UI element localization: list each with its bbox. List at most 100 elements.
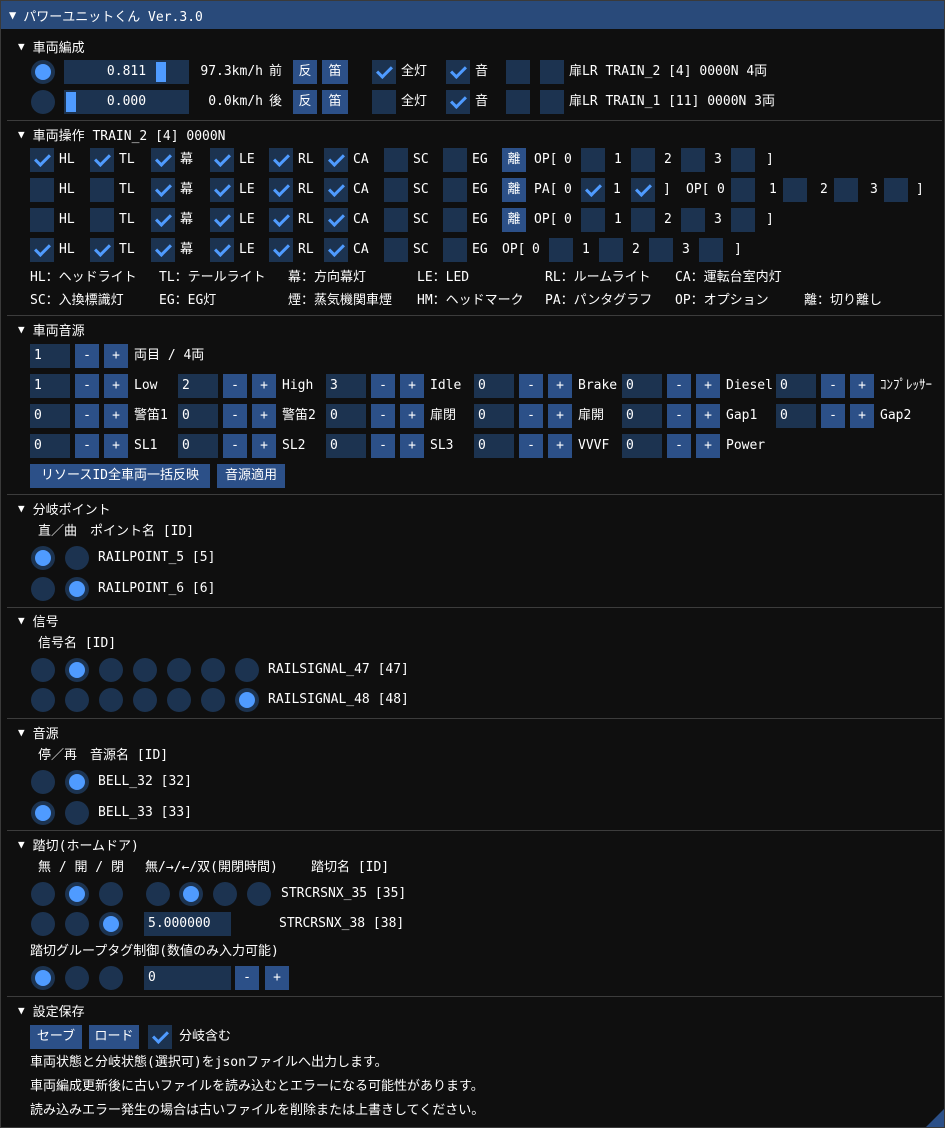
signal-aspect-radio[interactable] — [167, 658, 191, 682]
section-point[interactable]: ▼ 分岐ポイント — [1, 498, 944, 518]
increment-button[interactable]: + — [400, 434, 424, 458]
decrement-button[interactable]: - — [235, 966, 259, 990]
decrement-button[interactable]: - — [371, 374, 395, 398]
formation-select-radio[interactable] — [31, 90, 55, 114]
sound-id-field[interactable]: 0 — [474, 434, 514, 458]
decrement-button[interactable]: - — [223, 434, 247, 458]
signal-aspect-radio[interactable] — [201, 658, 225, 682]
flag-checkbox-sc[interactable] — [384, 208, 408, 232]
crossing-group-radio[interactable] — [31, 966, 55, 990]
decrement-button[interactable]: - — [75, 344, 99, 368]
sound-id-field[interactable]: 0 — [178, 434, 218, 458]
decrement-button[interactable]: - — [821, 374, 845, 398]
section-formation[interactable]: ▼ 車両編成 — [1, 36, 944, 56]
increment-button[interactable]: + — [104, 374, 128, 398]
sound-id-field[interactable]: 0 — [474, 374, 514, 398]
op-checkbox[interactable] — [581, 208, 605, 232]
increment-button[interactable]: + — [548, 374, 572, 398]
op-checkbox[interactable] — [699, 238, 723, 262]
crossing-mode-radio[interactable] — [247, 882, 271, 906]
sound-id-field[interactable]: 1 — [30, 374, 70, 398]
section-save[interactable]: ▼ 設定保存 — [1, 1000, 944, 1020]
flag-checkbox-le[interactable] — [210, 148, 234, 172]
audio-stop-radio[interactable] — [31, 801, 55, 825]
decrement-button[interactable]: - — [519, 404, 543, 428]
door-left-checkbox[interactable] — [506, 60, 530, 84]
flag-checkbox-hl[interactable] — [30, 148, 54, 172]
sound-id-field[interactable]: 0 — [622, 404, 662, 428]
increment-button[interactable]: + — [400, 374, 424, 398]
flag-checkbox-sc[interactable] — [384, 178, 408, 202]
op-checkbox[interactable] — [783, 178, 807, 202]
increment-button[interactable]: + — [696, 404, 720, 428]
title-bar[interactable]: ▼ パワーユニットくん Ver.3.0 — [1, 1, 944, 29]
op-checkbox[interactable] — [731, 148, 755, 172]
crossing-state-radio[interactable] — [31, 882, 55, 906]
collapse-arrow-icon[interactable]: ▼ — [18, 502, 25, 515]
op-checkbox[interactable] — [681, 148, 705, 172]
increment-button[interactable]: + — [400, 404, 424, 428]
throttle-slider[interactable]: 0.000 — [64, 90, 189, 114]
signal-aspect-radio[interactable] — [31, 658, 55, 682]
point-straight-radio[interactable] — [31, 546, 55, 570]
flag-checkbox-幕[interactable] — [151, 238, 175, 262]
flag-checkbox-ca[interactable] — [324, 148, 348, 172]
increment-button[interactable]: + — [252, 404, 276, 428]
car-index-field[interactable]: 1 — [30, 344, 70, 368]
flag-checkbox-tl[interactable] — [90, 238, 114, 262]
flag-checkbox-rl[interactable] — [269, 148, 293, 172]
decrement-button[interactable]: - — [75, 374, 99, 398]
decrement-button[interactable]: - — [519, 434, 543, 458]
sound-checkbox[interactable] — [446, 90, 470, 114]
collapse-arrow-icon[interactable]: ▼ — [9, 8, 16, 22]
whistle-button[interactable]: 笛 — [322, 90, 348, 114]
audio-play-radio[interactable] — [65, 770, 89, 794]
decrement-button[interactable]: - — [821, 404, 845, 428]
signal-aspect-radio[interactable] — [99, 688, 123, 712]
door-right-checkbox[interactable] — [540, 60, 564, 84]
op-checkbox[interactable] — [581, 148, 605, 172]
op-checkbox[interactable] — [731, 208, 755, 232]
sound-id-field[interactable]: 0 — [776, 404, 816, 428]
op-checkbox[interactable] — [631, 208, 655, 232]
throttle-slider[interactable]: 0.811 — [64, 60, 189, 84]
flag-checkbox-eg[interactable] — [443, 148, 467, 172]
reverse-button[interactable]: 反 — [293, 60, 317, 84]
decrement-button[interactable]: - — [519, 374, 543, 398]
flag-checkbox-rl[interactable] — [269, 178, 293, 202]
op-checkbox[interactable] — [649, 238, 673, 262]
signal-aspect-radio[interactable] — [65, 688, 89, 712]
flag-checkbox-hl[interactable] — [30, 238, 54, 262]
section-signal[interactable]: ▼ 信号 — [1, 610, 944, 630]
apply-all-cars-button[interactable]: リソースID全車両一括反映 — [30, 464, 210, 488]
flag-checkbox-sc[interactable] — [384, 148, 408, 172]
increment-button[interactable]: + — [548, 434, 572, 458]
pa-checkbox[interactable] — [581, 178, 605, 202]
op-checkbox[interactable] — [549, 238, 573, 262]
detach-button[interactable]: 離 — [502, 148, 526, 172]
crossing-group-radio[interactable] — [65, 966, 89, 990]
decrement-button[interactable]: - — [223, 374, 247, 398]
flag-checkbox-hl[interactable] — [30, 178, 54, 202]
increment-button[interactable]: + — [104, 434, 128, 458]
crossing-state-radio[interactable] — [31, 912, 55, 936]
increment-button[interactable]: + — [252, 374, 276, 398]
flag-checkbox-rl[interactable] — [269, 208, 293, 232]
apply-sound-button[interactable]: 音源適用 — [217, 464, 285, 488]
save-button[interactable]: セーブ — [30, 1025, 82, 1049]
flag-checkbox-幕[interactable] — [151, 178, 175, 202]
section-sound[interactable]: ▼ 車両音源 — [1, 319, 944, 339]
pa-checkbox[interactable] — [631, 178, 655, 202]
increment-button[interactable]: + — [252, 434, 276, 458]
sound-id-field[interactable]: 0 — [622, 434, 662, 458]
signal-aspect-radio[interactable] — [235, 658, 259, 682]
flag-checkbox-tl[interactable] — [90, 178, 114, 202]
signal-aspect-radio[interactable] — [235, 688, 259, 712]
signal-aspect-radio[interactable] — [65, 658, 89, 682]
collapse-arrow-icon[interactable]: ▼ — [18, 323, 25, 336]
signal-aspect-radio[interactable] — [201, 688, 225, 712]
sound-checkbox[interactable] — [446, 60, 470, 84]
signal-aspect-radio[interactable] — [167, 688, 191, 712]
point-straight-radio[interactable] — [31, 577, 55, 601]
section-crossing[interactable]: ▼ 踏切(ホームドア) — [1, 834, 944, 854]
